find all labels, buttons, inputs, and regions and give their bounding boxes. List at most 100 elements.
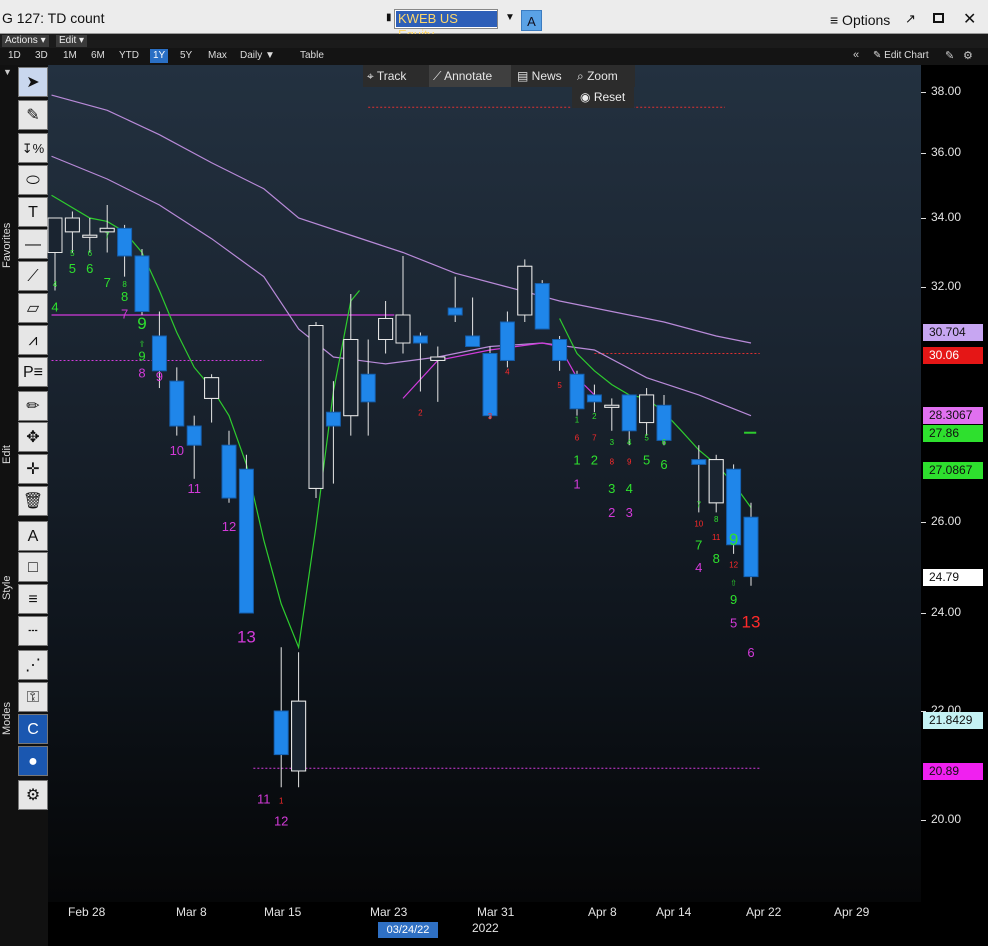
chart-svg: 44556677 887 9⇧98 91011121311 1122 3451611272… bbox=[47, 94, 761, 828]
y-tick-label: 36.00 bbox=[931, 145, 962, 159]
candle-body-hollow bbox=[378, 318, 394, 340]
td-count-label: 13 bbox=[237, 627, 256, 646]
ma-upper-line bbox=[51, 94, 752, 344]
td-count-label: 4 bbox=[51, 300, 58, 315]
candle-body bbox=[169, 380, 185, 427]
td-count-label: 9 bbox=[138, 348, 145, 363]
candle-body bbox=[273, 710, 289, 756]
td-count-label: 7 bbox=[695, 537, 702, 552]
td-count-label: 8 bbox=[713, 551, 720, 566]
candle-body bbox=[360, 373, 376, 403]
td-count-label: 5 bbox=[644, 433, 649, 442]
td-count-label: 13 bbox=[742, 613, 761, 632]
td-count-label: 2 bbox=[591, 452, 598, 467]
price-label: 28.3067 bbox=[923, 407, 983, 425]
td-count-label: 1 bbox=[279, 797, 284, 806]
td-count-label: 3 bbox=[626, 505, 633, 520]
reset-button[interactable]: ◉ Reset bbox=[572, 87, 634, 108]
candle-body bbox=[621, 394, 637, 432]
candle-body bbox=[656, 404, 672, 441]
candle-body-hollow bbox=[604, 404, 620, 408]
x-selected-date: 03/24/22 bbox=[378, 922, 438, 938]
td-count-label: 3 bbox=[488, 412, 493, 421]
y-tick-label: 26.00 bbox=[931, 514, 962, 528]
candle-body bbox=[586, 394, 602, 403]
candle-body-hollow bbox=[639, 394, 655, 424]
news-label: News bbox=[531, 69, 562, 83]
zoom-button[interactable]: ⌕ Zoom bbox=[573, 65, 635, 87]
candle-body bbox=[186, 425, 202, 446]
td-count-label: 11 bbox=[187, 481, 201, 496]
price-label: 27.0867 bbox=[923, 461, 983, 479]
track-button[interactable]: ⌖ Track bbox=[363, 65, 429, 87]
td-count-label: 9 bbox=[627, 457, 632, 466]
candle-body bbox=[569, 373, 585, 410]
td-count-label: 8 bbox=[138, 366, 145, 381]
x-tick-label: Apr 8 bbox=[588, 905, 617, 919]
candle-body bbox=[552, 339, 568, 361]
td-count-label: 7 bbox=[592, 433, 597, 442]
td-count-label: 8 bbox=[714, 515, 719, 524]
td-count-label: 6 bbox=[575, 433, 580, 442]
td-count-label: 5 bbox=[643, 452, 650, 467]
candle-body bbox=[482, 353, 498, 417]
candle-body-hollow bbox=[204, 377, 220, 399]
candle-body bbox=[499, 321, 515, 361]
x-tick-label: Apr 29 bbox=[834, 905, 870, 919]
td-count-label: 3 bbox=[608, 481, 615, 496]
candle-body bbox=[465, 335, 481, 347]
candle-body-hollow bbox=[430, 356, 446, 361]
chart-mode-menu: ⌖ Track ⟋ Annotate ▤ News ⌕ Zoom bbox=[363, 65, 635, 87]
td-count-label: 6 bbox=[747, 645, 754, 660]
y-tick-mark bbox=[921, 153, 926, 154]
td-count-label: 8 bbox=[121, 289, 128, 304]
x-tick-label: Mar 31 bbox=[477, 905, 515, 919]
x-tick-label: Apr 14 bbox=[656, 905, 692, 919]
candle-body bbox=[691, 459, 707, 465]
y-tick-mark bbox=[921, 613, 926, 614]
candle-body-hollow bbox=[64, 217, 80, 233]
candle-body bbox=[325, 411, 341, 427]
td-count-label: 6 bbox=[662, 438, 667, 447]
y-tick-mark bbox=[921, 820, 926, 821]
td-count-label: 2 bbox=[592, 412, 597, 421]
candle-body-hollow bbox=[395, 314, 411, 344]
td-count-label: 3 bbox=[610, 438, 615, 447]
candle-body-hollow bbox=[82, 234, 98, 238]
td-count-label: 4 bbox=[695, 560, 702, 575]
td-count-label: 1 bbox=[575, 416, 580, 425]
candle-body-hollow bbox=[708, 459, 724, 504]
td-count-label: 12 bbox=[729, 561, 738, 570]
candle-body-hollow bbox=[47, 217, 63, 253]
td-count-label: 7 bbox=[697, 501, 702, 510]
td-count-label: 7 bbox=[121, 307, 128, 322]
candle-body bbox=[447, 307, 463, 316]
td-count-label: 7 bbox=[105, 232, 110, 241]
y-tick-label: 38.00 bbox=[931, 84, 962, 98]
td-count-label: 1 bbox=[573, 476, 580, 491]
td-count-label: 1 bbox=[573, 452, 580, 467]
candle-body bbox=[238, 468, 254, 614]
td-count-label: 10 bbox=[170, 443, 184, 458]
candle-body bbox=[134, 255, 150, 312]
y-tick-mark bbox=[921, 287, 926, 288]
news-button[interactable]: ▤ News bbox=[513, 65, 571, 87]
x-tick-label: Mar 23 bbox=[370, 905, 408, 919]
x-tick-label: Mar 8 bbox=[176, 905, 207, 919]
td-count-label: 6 bbox=[88, 249, 93, 258]
td-count-label: 12 bbox=[222, 519, 236, 534]
td-count-label: 9 bbox=[156, 369, 163, 384]
td-count-label: 6 bbox=[660, 457, 667, 472]
annotate-button[interactable]: ⟋ Annotate bbox=[429, 65, 511, 87]
td-count-label: 4 bbox=[505, 367, 510, 376]
candle-body bbox=[534, 283, 550, 330]
td-count-label: 5 bbox=[70, 249, 75, 258]
td-count-label: 4 bbox=[53, 280, 58, 289]
candle-body bbox=[412, 335, 428, 344]
candle-body bbox=[221, 444, 237, 499]
price-label: 30.06 bbox=[923, 346, 983, 364]
td-count-label: 11 bbox=[257, 792, 271, 807]
candle-body-hollow bbox=[343, 339, 359, 417]
track-label: Track bbox=[376, 69, 407, 83]
candle-body bbox=[151, 335, 167, 372]
